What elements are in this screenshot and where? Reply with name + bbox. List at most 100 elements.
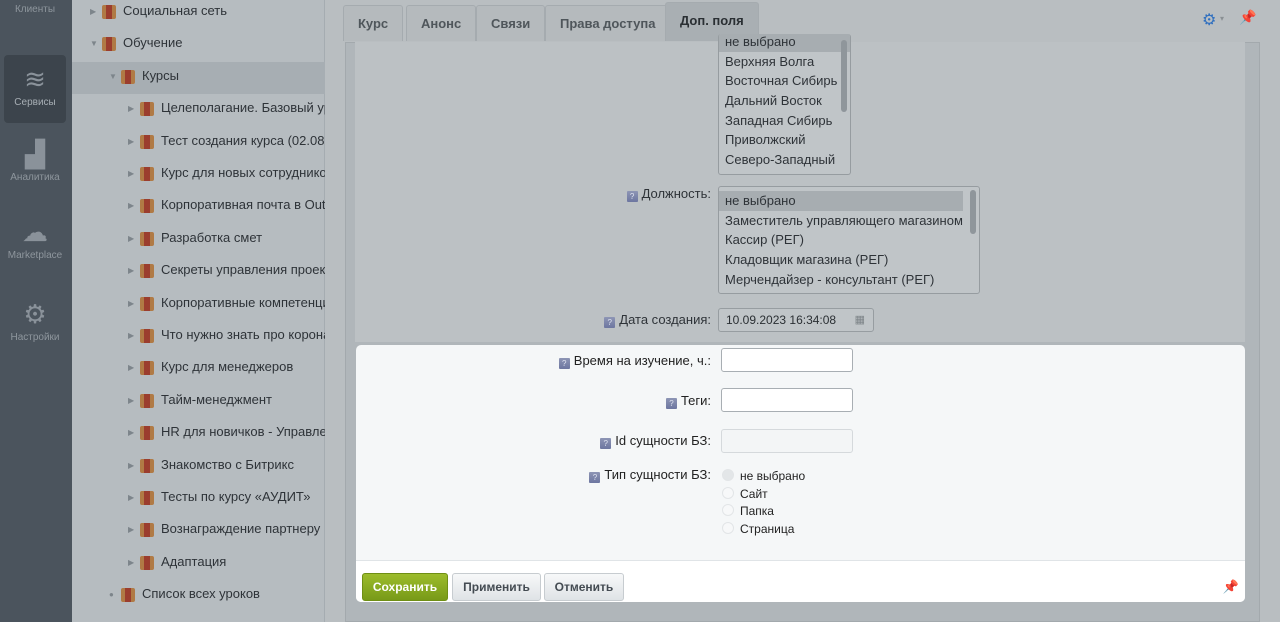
help-icon[interactable]: ?	[665, 398, 677, 409]
expand-arrow-icon[interactable]: ▶	[128, 128, 134, 156]
tree-item[interactable]: ▶ Курс для менеджеров	[72, 353, 325, 385]
save-button[interactable]: Сохранить	[362, 573, 448, 601]
kb-type-radio[interactable]: Папка	[722, 504, 774, 518]
tree-item[interactable]: ▶ Курс для новых сотрудников	[72, 159, 325, 191]
cloud-download-icon: ☁	[22, 217, 48, 247]
tree-item[interactable]: ▶ Вознаграждение партнеру	[72, 515, 325, 547]
list-option[interactable]: Заместитель управляющего магазином	[719, 211, 963, 231]
cancel-button[interactable]: Отменить	[544, 573, 624, 601]
calendar-icon[interactable]: ▦	[855, 309, 865, 331]
tree-item-label: Тесты по курсу «АУДИТ»	[161, 489, 311, 504]
help-icon[interactable]: ?	[600, 438, 612, 449]
list-option[interactable]: Дальний Восток	[719, 91, 850, 111]
help-icon[interactable]: ?	[626, 191, 638, 202]
list-option[interactable]: не выбрано	[719, 34, 850, 52]
pin-icon[interactable]: 📌	[1239, 9, 1256, 26]
help-icon[interactable]: ?	[604, 317, 616, 328]
tree-item[interactable]: ▼ Курсы	[72, 61, 325, 94]
help-icon[interactable]: ?	[589, 472, 601, 483]
expand-arrow-icon[interactable]: ▶	[128, 484, 134, 512]
list-option[interactable]: Кладовщик магазина (РЕГ)	[719, 250, 963, 270]
expand-arrow-icon[interactable]: ▶	[128, 549, 134, 577]
expand-arrow-icon[interactable]: ▶	[128, 192, 134, 220]
apply-button[interactable]: Применить	[452, 573, 541, 601]
tree-item[interactable]: ▶ Что нужно знать про коронав	[72, 321, 325, 353]
position-listbox[interactable]: не выбрано Заместитель управляющего магаз…	[718, 186, 980, 294]
tree-item[interactable]: ▶ Корпоративная почта в Outlook	[72, 191, 325, 223]
scrollbar[interactable]	[841, 40, 847, 112]
expand-arrow-icon[interactable]: ▶	[128, 452, 134, 480]
tree-item[interactable]: ▶ Тесты по курсу «АУДИТ»	[72, 483, 325, 515]
expand-arrow-icon[interactable]: ▶	[128, 516, 134, 544]
tree-item[interactable]: ▼ Обучение	[72, 29, 325, 61]
list-option[interactable]: не выбрано	[719, 191, 963, 211]
kb-id-input[interactable]	[721, 429, 853, 453]
chevron-down-icon[interactable]: ▾	[1220, 14, 1224, 23]
expand-arrow-icon[interactable]: ▶	[128, 257, 134, 285]
collapse-arrow-icon[interactable]: ▼	[90, 30, 98, 58]
nav-clients[interactable]: ◯Клиенты	[4, 0, 66, 32]
nav-marketplace[interactable]: ☁ Marketplace	[4, 218, 66, 268]
nav-analytics[interactable]: ▟ Аналитика	[4, 140, 66, 190]
tree-item[interactable]: ▶ Тест создания курса (02.08.20	[72, 127, 325, 159]
tab-announce[interactable]: Анонс	[406, 5, 477, 41]
kb-type-radio[interactable]: Страница	[722, 522, 794, 536]
expand-arrow-icon[interactable]: ▶	[128, 354, 134, 382]
list-option[interactable]: Восточная Сибирь	[719, 71, 850, 91]
tree-item[interactable]: ▶ Адаптация	[72, 548, 325, 580]
tab-links[interactable]: Связи	[476, 5, 546, 41]
scrollbar[interactable]	[970, 190, 976, 234]
collapse-arrow-icon[interactable]: ▼	[109, 63, 117, 91]
course-book-icon	[140, 426, 154, 441]
tree-item[interactable]: ▶ HR для новичков - Управлени	[72, 418, 325, 450]
tree-item-label: Курс для менеджеров	[161, 359, 294, 375]
list-option[interactable]: Мерчендайзер - консультант (РЕГ)	[719, 270, 963, 290]
expand-arrow-icon[interactable]: ▶	[90, 0, 96, 26]
tree-item[interactable]: ▶ Целеполагание. Базовый урок	[72, 94, 325, 126]
tree-item[interactable]: ▶ Тайм-менеджмент	[72, 386, 325, 418]
lessons-list-icon	[121, 588, 135, 603]
list-option[interactable]: Западная Сибирь	[719, 111, 850, 131]
expand-arrow-icon[interactable]: ▶	[128, 322, 134, 350]
nav-settings[interactable]: ⚙ Настройки	[4, 300, 66, 350]
help-icon[interactable]: ?	[558, 358, 570, 369]
tree-item[interactable]: ▶ Социальная сеть	[72, 0, 325, 29]
settings-icon[interactable]: ⚙	[1202, 10, 1216, 30]
expand-arrow-icon[interactable]: ▶	[128, 290, 134, 318]
tags-input[interactable]	[721, 388, 853, 412]
tree-item[interactable]: ▶ Секреты управления проекта	[72, 256, 325, 288]
radio-circle-icon[interactable]	[722, 504, 734, 517]
bullet-icon[interactable]: ●	[109, 581, 114, 609]
region-listbox[interactable]: не выбрано Верхняя Волга Восточная Сибирь Д…	[718, 34, 851, 175]
tree-item[interactable]: ▶ Разработка смет	[72, 224, 325, 256]
expand-arrow-icon[interactable]: ▶	[128, 419, 134, 447]
expand-arrow-icon[interactable]: ▶	[128, 225, 134, 253]
course-book-icon	[140, 491, 154, 505]
expand-arrow-icon[interactable]: ▶	[128, 160, 134, 188]
radio-circle-icon[interactable]	[722, 522, 734, 535]
radio-circle-icon[interactable]	[722, 486, 734, 499]
list-option[interactable]: Кассир (РЕГ)	[719, 230, 963, 250]
radio-label: Сайт	[740, 486, 768, 501]
expand-arrow-icon[interactable]: ▶	[128, 95, 134, 123]
kb-type-radio[interactable]: Сайт	[722, 486, 768, 501]
course-book-icon	[140, 361, 154, 376]
nav-services[interactable]: ≋ Сервисы	[4, 55, 66, 123]
position-label: ? Должность:	[626, 186, 711, 202]
date-field[interactable]: 10.09.2023 16:34:08 ▦	[718, 308, 874, 332]
tab-access-rights[interactable]: Права доступа	[545, 5, 671, 41]
course-book-icon	[140, 134, 154, 149]
tree-item[interactable]: ● Список всех уроков	[72, 580, 325, 612]
study-time-input[interactable]	[721, 348, 853, 372]
radio-circle-icon[interactable]	[722, 469, 734, 481]
list-option[interactable]: Приволжский	[719, 130, 850, 150]
tab-course[interactable]: Курс	[343, 5, 404, 41]
pin-icon[interactable]: 📌	[1223, 579, 1239, 595]
tree-item[interactable]: ▶ Корпоративные компетенции	[72, 289, 325, 321]
list-option[interactable]: Верхняя Волга	[719, 52, 850, 72]
list-option[interactable]: Северо-Западный	[719, 150, 850, 170]
radio-label: не выбрано	[740, 469, 806, 483]
kb-type-radio[interactable]: не выбрано	[722, 469, 805, 483]
tree-item[interactable]: ▶ Знакомство с Битрикс	[72, 451, 325, 483]
expand-arrow-icon[interactable]: ▶	[128, 387, 134, 415]
